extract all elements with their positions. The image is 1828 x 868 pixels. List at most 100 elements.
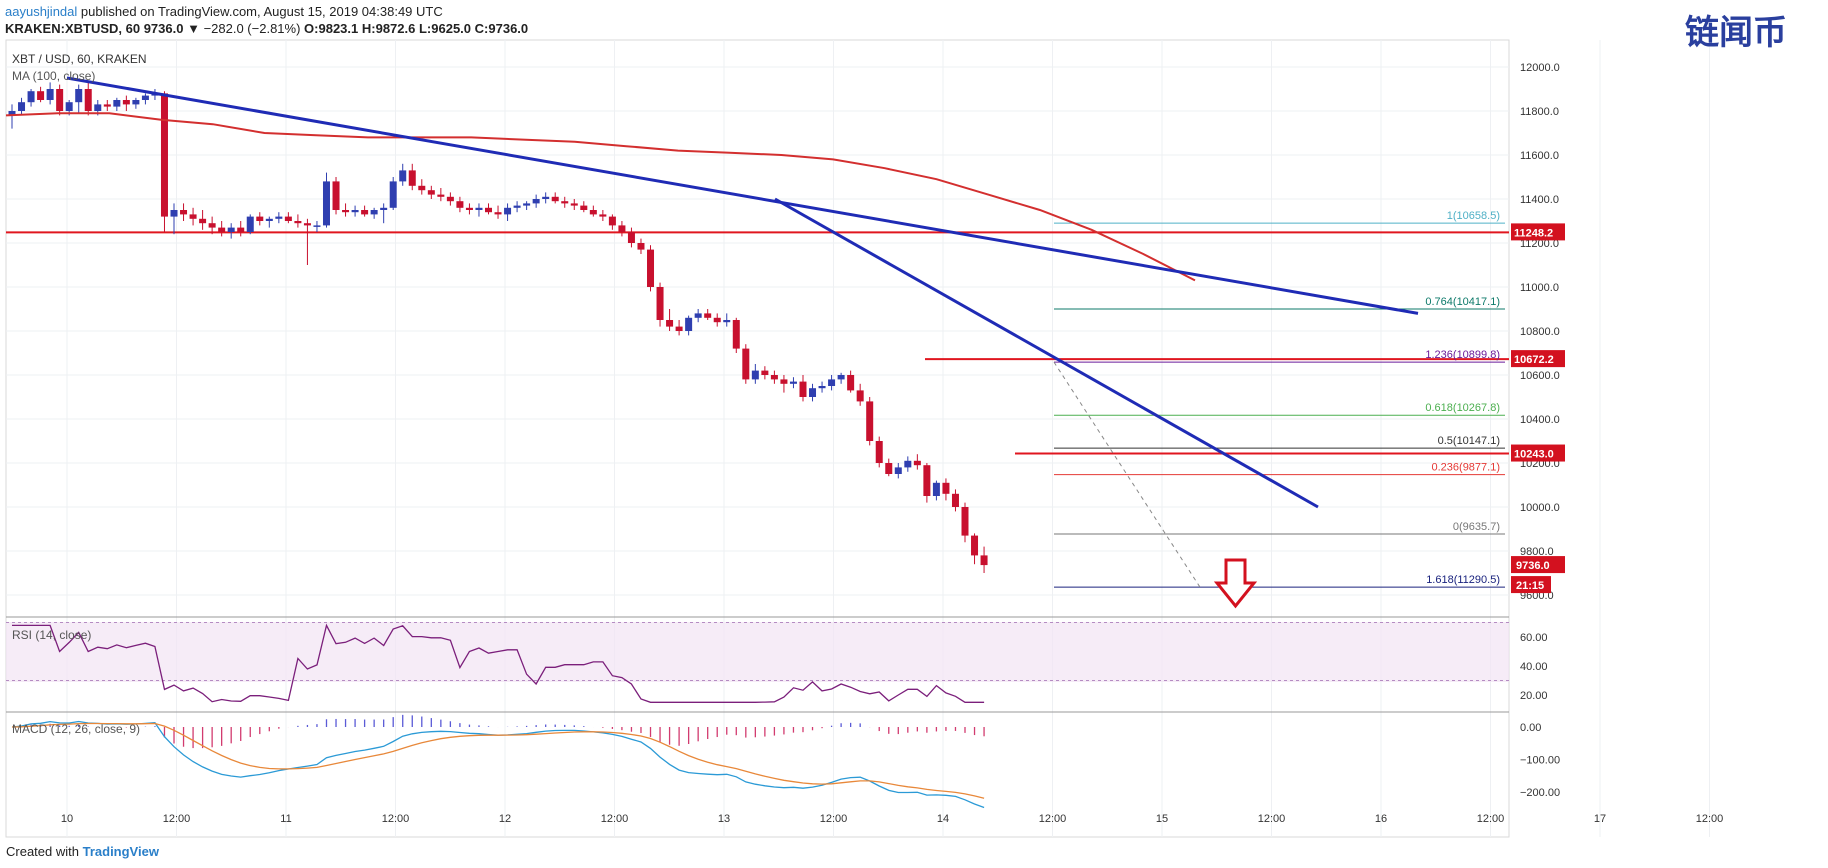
y-tick-label: 11800.0 <box>1520 106 1559 118</box>
candle-body <box>189 214 197 219</box>
candle-body <box>694 313 702 318</box>
level-label: 10672.2 <box>1514 354 1554 366</box>
candle-body <box>647 249 655 287</box>
candle-body <box>971 535 979 556</box>
candle-body <box>342 210 350 213</box>
y-tick-label: 10000.0 <box>1520 502 1560 514</box>
candle-body <box>103 104 111 107</box>
candle-body <box>284 216 292 221</box>
candle-body <box>770 375 778 380</box>
candle-body <box>160 93 168 217</box>
candle-body <box>56 89 64 111</box>
x-tick-label: 10 <box>61 813 73 825</box>
legend-rsi: RSI (14, close) <box>12 628 91 642</box>
down-arrow-icon <box>1213 558 1258 609</box>
candle-body <box>84 89 92 111</box>
footer: Created with TradingView <box>6 844 159 859</box>
tradingview-logo[interactable]: TradingView <box>83 844 159 859</box>
y-tick-label: 11000.0 <box>1520 282 1559 294</box>
candle-body <box>456 201 464 208</box>
candle-body <box>685 317 693 331</box>
fib-label: 1.618(11290.5) <box>1426 574 1500 586</box>
candle-body <box>618 225 626 232</box>
candle-body <box>475 207 483 210</box>
candle-body <box>608 216 616 226</box>
watermark-logo: 链闻币 <box>1685 14 1787 52</box>
fib-label: 0.618(10267.8) <box>1425 402 1500 414</box>
candle-body <box>551 196 559 202</box>
candle-body <box>866 401 874 441</box>
candle-body <box>237 227 245 232</box>
macd-line <box>11 720 985 809</box>
candle-body <box>494 212 502 215</box>
x-tick-label: 15 <box>1156 813 1168 825</box>
candle-body <box>322 181 330 226</box>
candle-body <box>132 100 140 105</box>
legend-ma: MA (100, close) <box>12 69 95 83</box>
x-tick-label: 12:00 <box>1039 813 1067 825</box>
fib-label: 1.236(10899.8) <box>1425 349 1500 361</box>
candle-body <box>46 89 54 100</box>
candle-body <box>799 381 807 397</box>
candle-body <box>570 203 578 206</box>
candle-body <box>666 320 674 327</box>
candle-body <box>399 170 407 182</box>
candle-body <box>265 218 273 221</box>
chart[interactable]: 1.618(11290.5) 1.236(10899.8) 1(10658.5) 0.… <box>0 0 1828 868</box>
candles <box>8 82 988 573</box>
fib-label: 0.236(9877.1) <box>1432 462 1501 474</box>
candle-body <box>818 386 826 389</box>
rsi-tick-label: 60.00 <box>1520 632 1548 644</box>
candle-body <box>427 190 435 195</box>
candle-body <box>408 170 416 186</box>
fib-label: 0.5(10147.1) <box>1438 435 1500 447</box>
candle-body <box>389 181 397 208</box>
x-tick-label: 12:00 <box>820 813 848 825</box>
candle-body <box>170 210 178 217</box>
candle-body <box>837 375 845 380</box>
candle-body <box>122 100 130 105</box>
candle-body <box>761 370 769 375</box>
candle-body <box>723 320 731 323</box>
candle-body <box>942 482 950 494</box>
candle-body <box>246 216 254 232</box>
candle-body <box>656 287 664 320</box>
candle-body <box>437 194 445 197</box>
candle-body <box>18 102 26 111</box>
candle-body <box>446 196 454 202</box>
candle-body <box>65 102 73 111</box>
candle-body <box>780 379 788 384</box>
candle-body <box>361 210 369 215</box>
candle-body <box>913 460 921 466</box>
legend-macd: MACD (12, 26, close, 9) <box>12 722 140 736</box>
candle-body <box>94 104 102 111</box>
candle-body <box>513 205 521 208</box>
macd-tick-label: −100.00 <box>1520 755 1560 767</box>
last-price-label: 9736.0 <box>1516 560 1550 572</box>
candle-body <box>885 463 893 474</box>
chart-frame <box>5 39 1510 838</box>
candle-body <box>627 232 635 243</box>
countdown-label: 21:15 <box>1516 580 1544 592</box>
candle-body <box>599 214 607 217</box>
fib-label: 1(10658.5) <box>1447 210 1500 222</box>
candle-body <box>256 216 264 221</box>
candle-body <box>370 210 378 215</box>
y-tick-label: 11400.0 <box>1520 194 1559 206</box>
candle-body <box>332 181 340 210</box>
x-tick-label: 17 <box>1594 813 1606 825</box>
candle-body <box>904 460 912 468</box>
candle-body <box>465 207 473 210</box>
x-tick-label: 12:00 <box>382 813 410 825</box>
candle-body <box>504 207 512 215</box>
candle-body <box>856 390 864 402</box>
candle-body <box>208 223 216 228</box>
candle-body <box>704 313 712 318</box>
candle-body <box>227 227 235 232</box>
candle-body <box>313 225 321 227</box>
y-tick-label: 11600.0 <box>1520 150 1559 162</box>
candle-body <box>951 493 959 507</box>
candle-body <box>742 348 750 380</box>
y-tick-label: 10400.0 <box>1520 414 1560 426</box>
candle-body <box>275 216 283 219</box>
